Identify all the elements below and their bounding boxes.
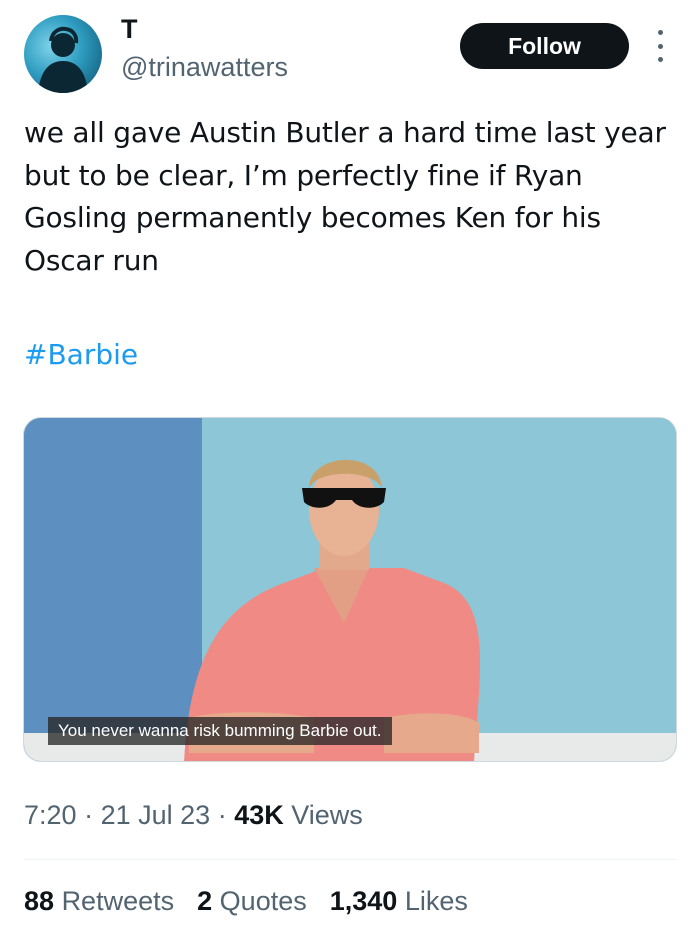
quotes-stat[interactable]: 2 Quotes [197,886,307,917]
retweets-count: 88 [24,886,55,916]
tweet-header: T @trinawatters Follow [0,0,700,100]
meta-separator: · [217,800,227,830]
tweet-video[interactable] [23,417,677,762]
retweets-label: Retweets [61,886,175,916]
meta-separator: · [84,800,94,830]
divider [24,859,676,860]
avatar-silhouette-icon [38,26,88,93]
likes-count: 1,340 [329,886,398,916]
likes-stat[interactable]: 1,340 Likes [330,886,468,917]
user-handle[interactable]: @trinawatters [121,52,288,83]
quotes-count: 2 [197,886,213,916]
likes-label: Likes [404,886,468,916]
display-name[interactable]: T [121,14,138,45]
quotes-label: Quotes [219,886,307,916]
video-frame [24,418,676,761]
tweet-text: we all gave Austin Butler a hard time la… [24,116,666,277]
avatar[interactable] [24,15,102,93]
tweet-meta: 7:20 · 21 Jul 23 · 43K Views [24,800,363,831]
views-count: 43K [234,800,284,830]
tweet-stats: 88 Retweets 2 Quotes 1,340 Likes [24,886,468,917]
views-label: Views [291,800,363,830]
hashtag-link[interactable]: #Barbie [24,338,138,371]
follow-button[interactable]: Follow [460,23,629,69]
more-options-icon[interactable] [650,26,670,66]
video-caption: You never wanna risk bumming Barbie out. [48,717,392,745]
retweets-stat[interactable]: 88 Retweets [24,886,174,917]
tweet-time[interactable]: 7:20 [24,800,77,830]
tweet-date[interactable]: 21 Jul 23 [101,800,211,830]
